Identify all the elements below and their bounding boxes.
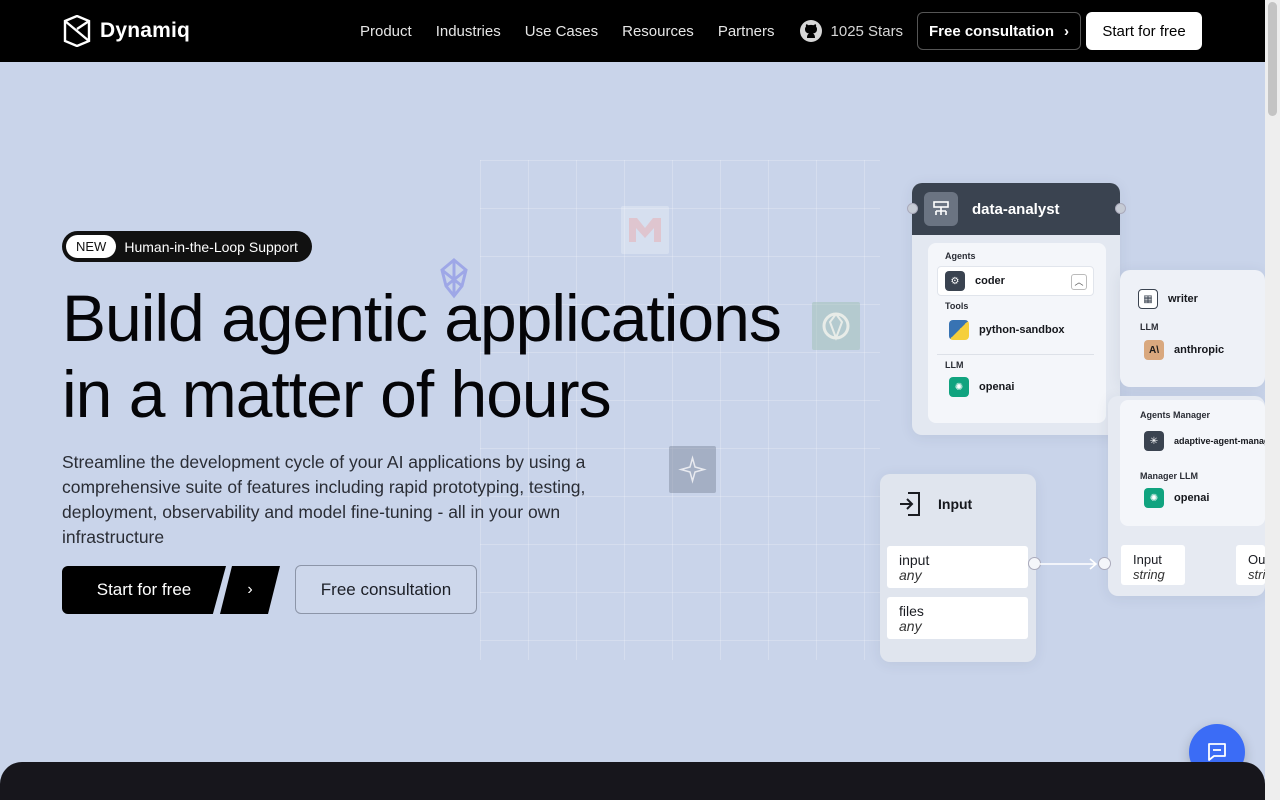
nav-use-cases[interactable]: Use Cases	[525, 23, 598, 40]
stars-count: 1025 Stars	[830, 22, 904, 40]
llm-anthropic: A\ anthropic	[1144, 340, 1224, 360]
start-for-free-button[interactable]: Start for free	[1086, 12, 1202, 50]
top-nav-bar: Dynamiq Product Industries Use Cases Res…	[0, 0, 1280, 62]
llm-openai: ✺ openai	[949, 377, 1014, 397]
agent-coder: ⚙ coder	[945, 271, 1005, 291]
agent-name: coder	[975, 275, 1005, 287]
nav-partners[interactable]: Partners	[718, 23, 775, 40]
free-consultation-label: Free consultation	[928, 22, 1055, 40]
manager-agent-name: adaptive-agent-manage	[1174, 436, 1275, 446]
logo[interactable]: Dynamiq	[62, 15, 190, 47]
hero-title: Build agentic applications in a matter o…	[62, 280, 862, 432]
agents-manager-label: Agents Manager	[1140, 410, 1211, 420]
port-type: string	[1133, 567, 1165, 582]
agents-label: Agents	[945, 251, 976, 261]
announcement-badge[interactable]: NEW Human-in-the-Loop Support	[62, 231, 312, 262]
tool-name: python-sandbox	[979, 324, 1065, 336]
gear-chip-icon: ⚙	[945, 271, 965, 291]
nav-industries[interactable]: Industries	[436, 23, 501, 40]
workflow-icon: ▦	[1138, 289, 1158, 309]
hero-consultation-button[interactable]: Free consultation	[295, 565, 477, 614]
data-analyst-title: data-analyst	[972, 200, 1060, 218]
github-icon	[799, 20, 822, 42]
port-name: Outp	[1248, 552, 1265, 567]
hero-title-line-2: in a matter of hours	[62, 357, 612, 431]
chevron-right-icon: ›	[1064, 22, 1070, 40]
openai-icon: ✺	[1144, 488, 1164, 508]
manager-input-port[interactable]: Input string	[1121, 545, 1185, 585]
free-consultation-button[interactable]: Free consultation ›	[917, 12, 1081, 50]
manager-llm-name: openai	[1174, 492, 1210, 504]
sparkle-tile-icon	[669, 446, 716, 493]
dynamiq-logo-icon	[63, 15, 91, 47]
writer-title: writer	[1168, 293, 1198, 305]
new-tag: NEW	[66, 235, 117, 258]
hierarchy-icon	[924, 192, 958, 226]
llm-name: openai	[979, 381, 1015, 393]
scrollbar-thumb[interactable]	[1268, 2, 1277, 116]
input-node-header: Input	[898, 490, 972, 518]
scrollbar[interactable]	[1265, 0, 1280, 800]
nav-product[interactable]: Product	[360, 23, 412, 40]
mistral-icon	[621, 206, 669, 254]
openai-icon: ✺	[949, 377, 969, 397]
chat-icon	[1208, 743, 1226, 761]
port-name: Input	[1133, 552, 1162, 567]
writer-llm-label: LLM	[1140, 322, 1159, 332]
network-icon: ✳	[1144, 431, 1164, 451]
nav-resources[interactable]: Resources	[622, 23, 694, 40]
divider	[937, 354, 1094, 355]
dark-section	[0, 762, 1265, 800]
port-type: any	[899, 567, 922, 583]
input-port-files[interactable]: files any	[887, 597, 1028, 639]
hero-subtitle: Streamline the development cycle of your…	[62, 452, 586, 547]
input-port-input[interactable]: input any	[887, 546, 1028, 588]
anthropic-icon: A\	[1144, 340, 1164, 360]
login-arrow-icon	[900, 492, 920, 516]
port-type: strin	[1248, 567, 1265, 582]
manager-output-port[interactable]: Outp strin	[1236, 545, 1265, 585]
writer-llm-name: anthropic	[1174, 344, 1225, 356]
data-analyst-header: data-analyst	[912, 183, 1120, 235]
announcement-text: Human-in-the-Loop Support	[124, 238, 298, 255]
port-type: any	[899, 618, 922, 634]
main-nav: Product Industries Use Cases Resources P…	[360, 0, 903, 62]
hero-title-line-1: Build agentic applications	[62, 281, 782, 355]
llm-label: LLM	[945, 360, 964, 370]
manager-llm-openai: ✺ openai	[1144, 488, 1209, 508]
chevron-right-icon: ›	[247, 581, 253, 598]
connection-arrow	[1040, 558, 1098, 570]
manager-agent: ✳ adaptive-agent-manage	[1144, 431, 1275, 451]
brand-name: Dynamiq	[100, 19, 191, 42]
chevron-up-icon[interactable]: ︿	[1071, 274, 1087, 290]
hero-arrow-button[interactable]: ›	[220, 566, 280, 614]
manager-in-connector[interactable]	[1098, 557, 1111, 570]
tool-python-sandbox: python-sandbox	[949, 320, 1065, 340]
node-connector-right[interactable]	[1115, 203, 1126, 214]
tools-label: Tools	[945, 301, 969, 311]
port-name: input	[899, 552, 930, 568]
writer-header: ▦ writer	[1138, 289, 1198, 309]
node-connector-left[interactable]	[907, 203, 918, 214]
python-icon	[949, 320, 969, 340]
port-name: files	[899, 603, 924, 619]
input-node-title: Input	[938, 496, 973, 512]
github-stars-link[interactable]: 1025 Stars	[799, 19, 904, 43]
manager-llm-label: Manager LLM	[1140, 471, 1199, 481]
hero-start-button[interactable]: Start for free	[62, 566, 226, 614]
